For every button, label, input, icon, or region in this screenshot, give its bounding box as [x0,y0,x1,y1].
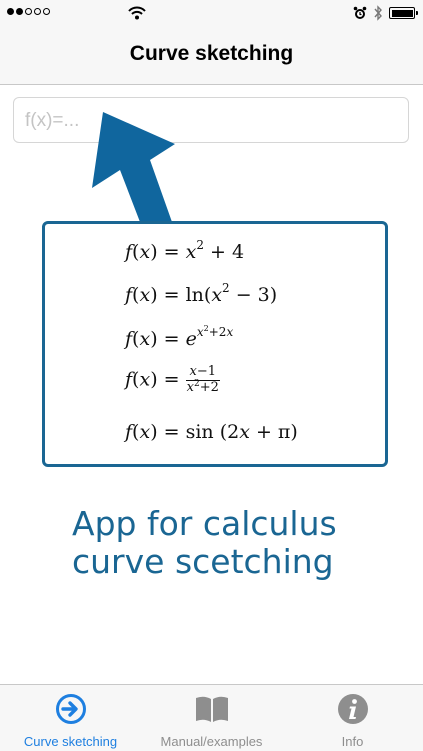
tagline: App for calculus curve scetching [72,505,392,581]
signal-strength-icon [7,8,50,15]
example-formula-1: f(x) = x2 + 4 [125,238,245,263]
wifi-icon [128,6,146,20]
battery-icon [389,7,418,19]
example-formula-4: f(x) = x−1 x2+2 [125,364,220,395]
tagline-line-1: App for calculus [72,504,337,543]
tab-label: Info [341,734,364,749]
bluetooth-icon [374,5,382,21]
tab-bar: Curve sketching Manual/examples Info [0,684,423,751]
tab-label: Curve sketching [23,734,118,749]
tab-label: Manual/examples [160,734,263,749]
function-input[interactable] [23,107,397,135]
examples-box: f(x) = x2 + 4 f(x) = ln(x2 − 3) f(x) = e… [42,221,388,467]
arrow-right-circle-icon [55,694,86,724]
navigation-bar: Curve sketching [0,28,423,85]
tab-manual-examples[interactable]: Manual/examples [141,685,282,751]
book-icon [195,696,228,722]
info-icon [337,694,368,724]
alarm-icon [353,6,367,19]
example-formula-5: f(x) = sin (2x + π) [125,421,298,443]
page-title: Curve sketching [129,42,294,65]
tagline-line-2: curve scetching [72,542,334,581]
example-formula-2: f(x) = ln(x2 − 3) [125,281,278,306]
status-bar [0,0,423,28]
tab-curve-sketching[interactable]: Curve sketching [0,685,141,751]
tab-info[interactable]: Info [282,685,423,751]
example-formula-3: f(x) = ex2+2x [125,324,234,351]
function-input-container [13,97,409,143]
